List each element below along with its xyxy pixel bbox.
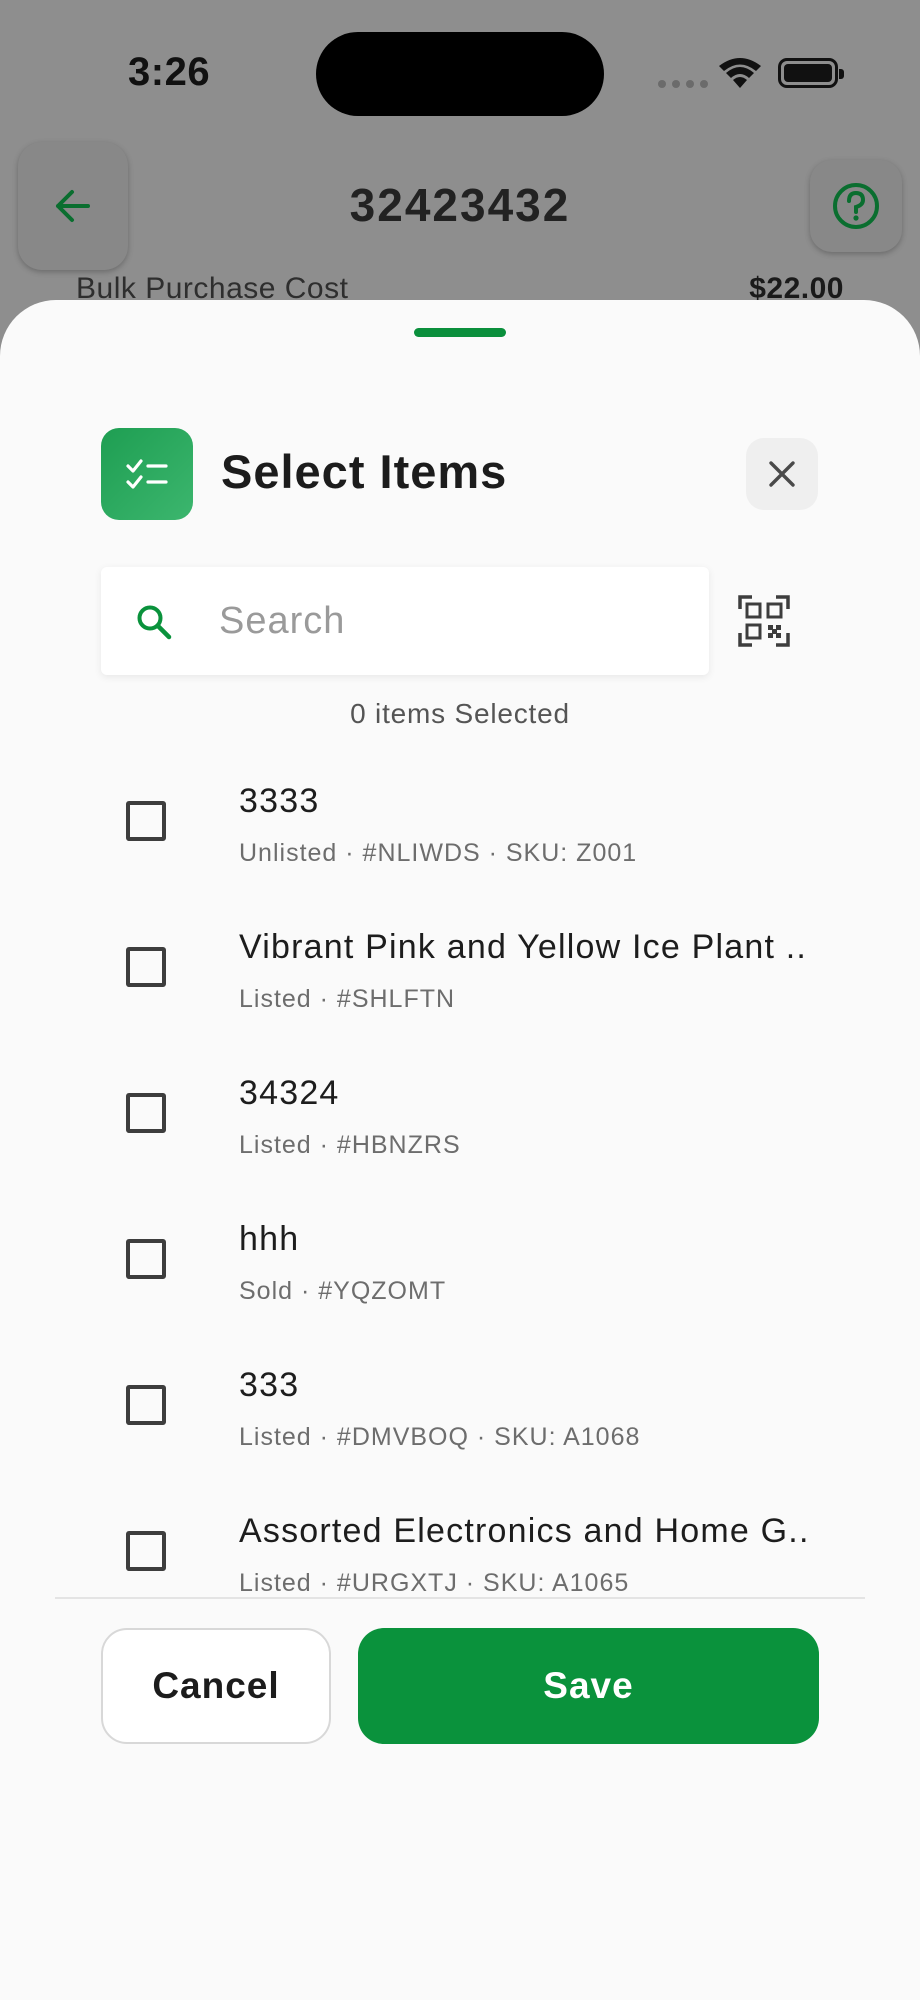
checklist-icon (101, 428, 193, 520)
footer-divider (55, 1597, 865, 1599)
list-item[interactable]: 333 Listed · #DMVBOQ · SKU: A1068 (0, 1339, 920, 1485)
qr-code-icon[interactable] (738, 595, 790, 647)
item-checkbox[interactable] (126, 1239, 166, 1279)
item-title: 333 (239, 1366, 300, 1404)
item-title: 34324 (239, 1074, 340, 1112)
item-title: Assorted Electronics and Home G... (239, 1512, 809, 1550)
item-title: Vibrant Pink and Yellow Ice Plant ... (239, 928, 809, 966)
list-item[interactable]: 34324 Listed · #HBNZRS (0, 1047, 920, 1193)
search-input[interactable] (219, 567, 689, 675)
selected-count: 0 items Selected (350, 698, 570, 729)
status-time: 3:26 (128, 50, 211, 94)
list-item[interactable]: Assorted Electronics and Home G... Liste… (0, 1485, 920, 1595)
question-circle-icon (833, 183, 879, 229)
item-subtitle: Unlisted · #NLIWDS · SKU: Z001 (239, 839, 638, 867)
page-title: 32423432 (349, 179, 571, 231)
list-item[interactable]: 3333 Unlisted · #NLIWDS · SKU: Z001 (0, 755, 920, 901)
item-subtitle: Listed · #SHLFTN (239, 985, 456, 1013)
drag-handle[interactable] (414, 328, 506, 337)
item-subtitle: Listed · #URGXTJ · SKU: A1065 (239, 1569, 630, 1595)
search-icon (137, 605, 172, 640)
select-items-sheet: Select Items 0 items Selected 3333 Unlis… (0, 300, 920, 2000)
item-checkbox[interactable] (126, 1531, 166, 1571)
sheet-title: Select Items (221, 445, 508, 498)
list-item[interactable]: hhh Sold · #YQZOMT (0, 1193, 920, 1339)
item-title: hhh (239, 1220, 300, 1258)
save-button[interactable]: Save (358, 1628, 819, 1744)
item-checkbox[interactable] (126, 947, 166, 987)
status-bar: 3:26 (0, 0, 920, 150)
item-title: 3333 (239, 782, 320, 820)
item-checkbox[interactable] (126, 1093, 166, 1133)
search-box (101, 567, 709, 675)
item-subtitle: Sold · #YQZOMT (239, 1277, 447, 1305)
list-item[interactable]: Vibrant Pink and Yellow Ice Plant ... Li… (0, 901, 920, 1047)
help-button[interactable] (810, 160, 902, 252)
close-icon (769, 461, 795, 487)
item-checkbox[interactable] (126, 801, 166, 841)
dynamic-island (316, 32, 604, 116)
items-list: 3333 Unlisted · #NLIWDS · SKU: Z001 Vibr… (0, 755, 920, 1595)
close-button[interactable] (746, 438, 818, 510)
wifi-icon (719, 58, 761, 88)
battery-icon (778, 58, 844, 88)
signal-dots-icon (658, 80, 708, 88)
item-subtitle: Listed · #DMVBOQ · SKU: A1068 (239, 1423, 641, 1451)
item-checkbox[interactable] (126, 1385, 166, 1425)
cancel-button[interactable]: Cancel (101, 1628, 331, 1744)
item-subtitle: Listed · #HBNZRS (239, 1131, 461, 1159)
